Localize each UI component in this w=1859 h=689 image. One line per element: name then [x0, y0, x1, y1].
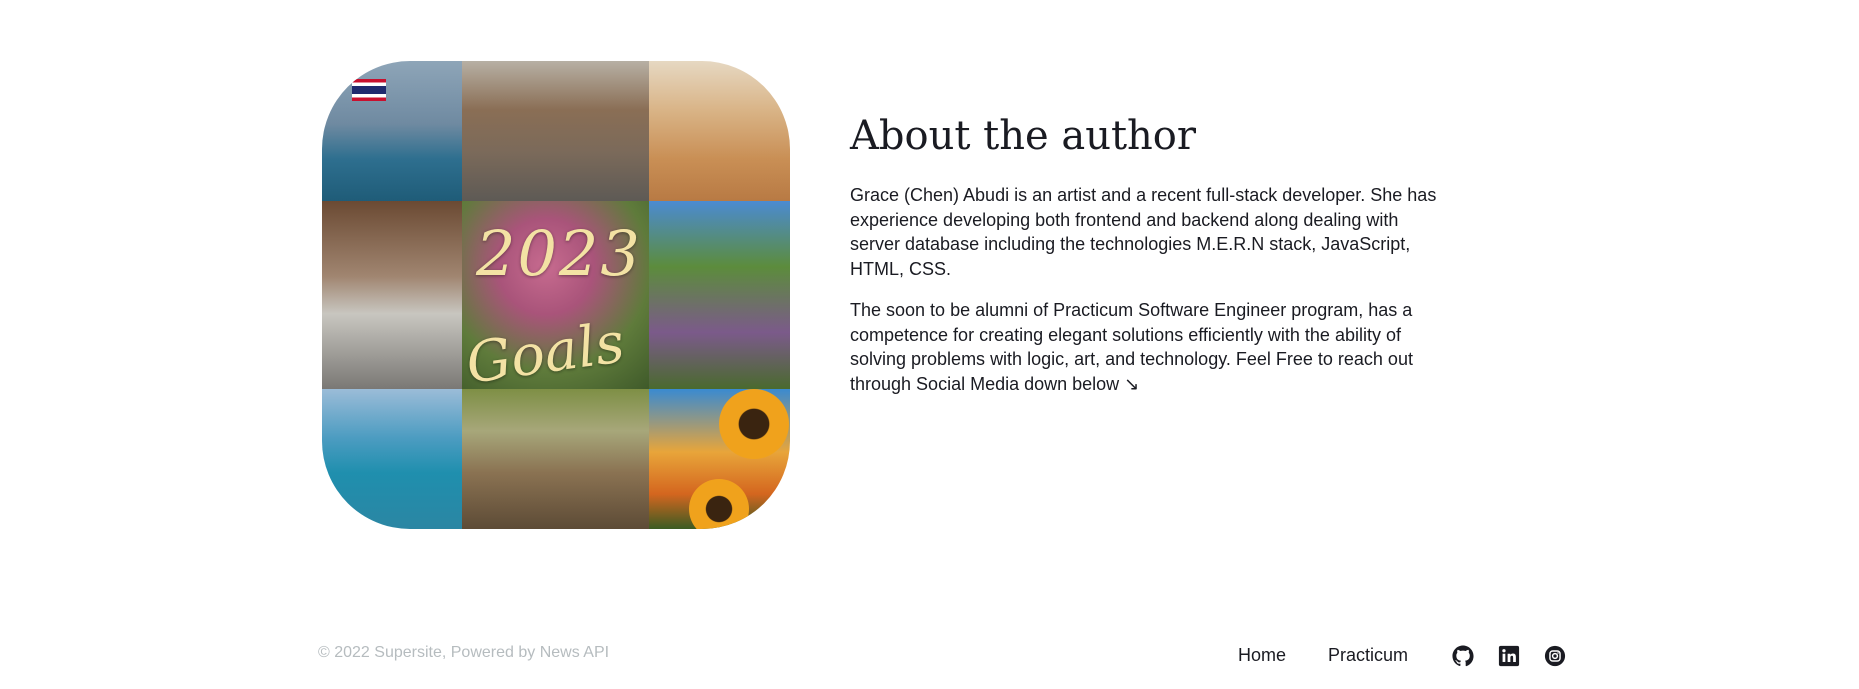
linkedin-icon[interactable]: [1498, 645, 1520, 667]
sunflower-image: [719, 389, 789, 459]
about-paragraph-2: The soon to be alumni of Practicum Softw…: [850, 300, 1413, 394]
collage-goals-text: Goals: [462, 310, 629, 389]
collage-photo-butterfly-garden: [649, 201, 790, 389]
footer-practicum-link[interactable]: Practicum: [1328, 645, 1408, 666]
collage-photo-flower-heart: 2023 Goals: [462, 201, 649, 389]
site-footer: © 2022 Supersite, Powered by News API Ho…: [0, 630, 1859, 680]
collage-photo-boat: [462, 389, 649, 529]
copyright-text: © 2022 Supersite, Powered by News API: [318, 644, 610, 661]
about-section: 2023 Goals About the author Grace (Chen)…: [0, 0, 1859, 560]
collage-photo-gate: [462, 61, 649, 201]
github-icon[interactable]: [1452, 645, 1474, 667]
thai-flag-image: [352, 79, 386, 101]
sunflower-image: [689, 479, 749, 529]
instagram-icon[interactable]: [1544, 645, 1566, 667]
about-title: About the author: [850, 113, 1196, 159]
collage-photo-desert: [649, 61, 790, 201]
collage-photo-pavilion: [322, 201, 462, 389]
collage-year-text: 2023: [476, 217, 642, 290]
about-paragraph-1: Grace (Chen) Abudi is an artist and a re…: [850, 185, 1437, 279]
collage-photo-sea-flag: [322, 61, 462, 201]
footer-home-link[interactable]: Home: [1238, 645, 1286, 666]
collage-photo-palm-island: [322, 389, 462, 529]
collage-photo-sunflowers: [649, 389, 790, 529]
author-photo-collage: 2023 Goals: [322, 61, 790, 529]
